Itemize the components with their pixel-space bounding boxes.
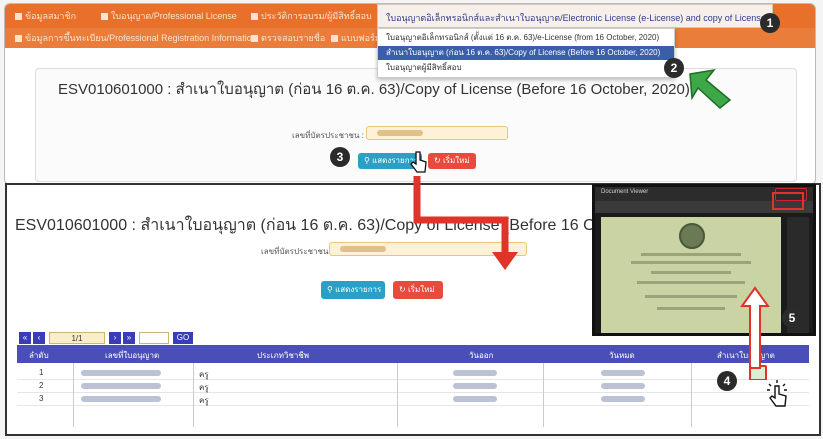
step-marker-5: 5 (782, 308, 802, 328)
pointer-cursor-icon (767, 380, 787, 407)
step-marker-4: 4 (717, 371, 737, 391)
arrow-icon (689, 68, 732, 109)
arrow-icon (413, 176, 509, 255)
step-marker-3: 3 (330, 147, 350, 167)
step-marker-1: 1 (760, 13, 780, 33)
pointer-cursor-icon (410, 151, 427, 173)
arrow-icon (740, 286, 770, 369)
step-marker-2: 2 (664, 58, 684, 78)
viewer-controls-highlight (772, 192, 804, 210)
annotation-arrows (413, 68, 770, 369)
arrow-icon (492, 252, 518, 270)
